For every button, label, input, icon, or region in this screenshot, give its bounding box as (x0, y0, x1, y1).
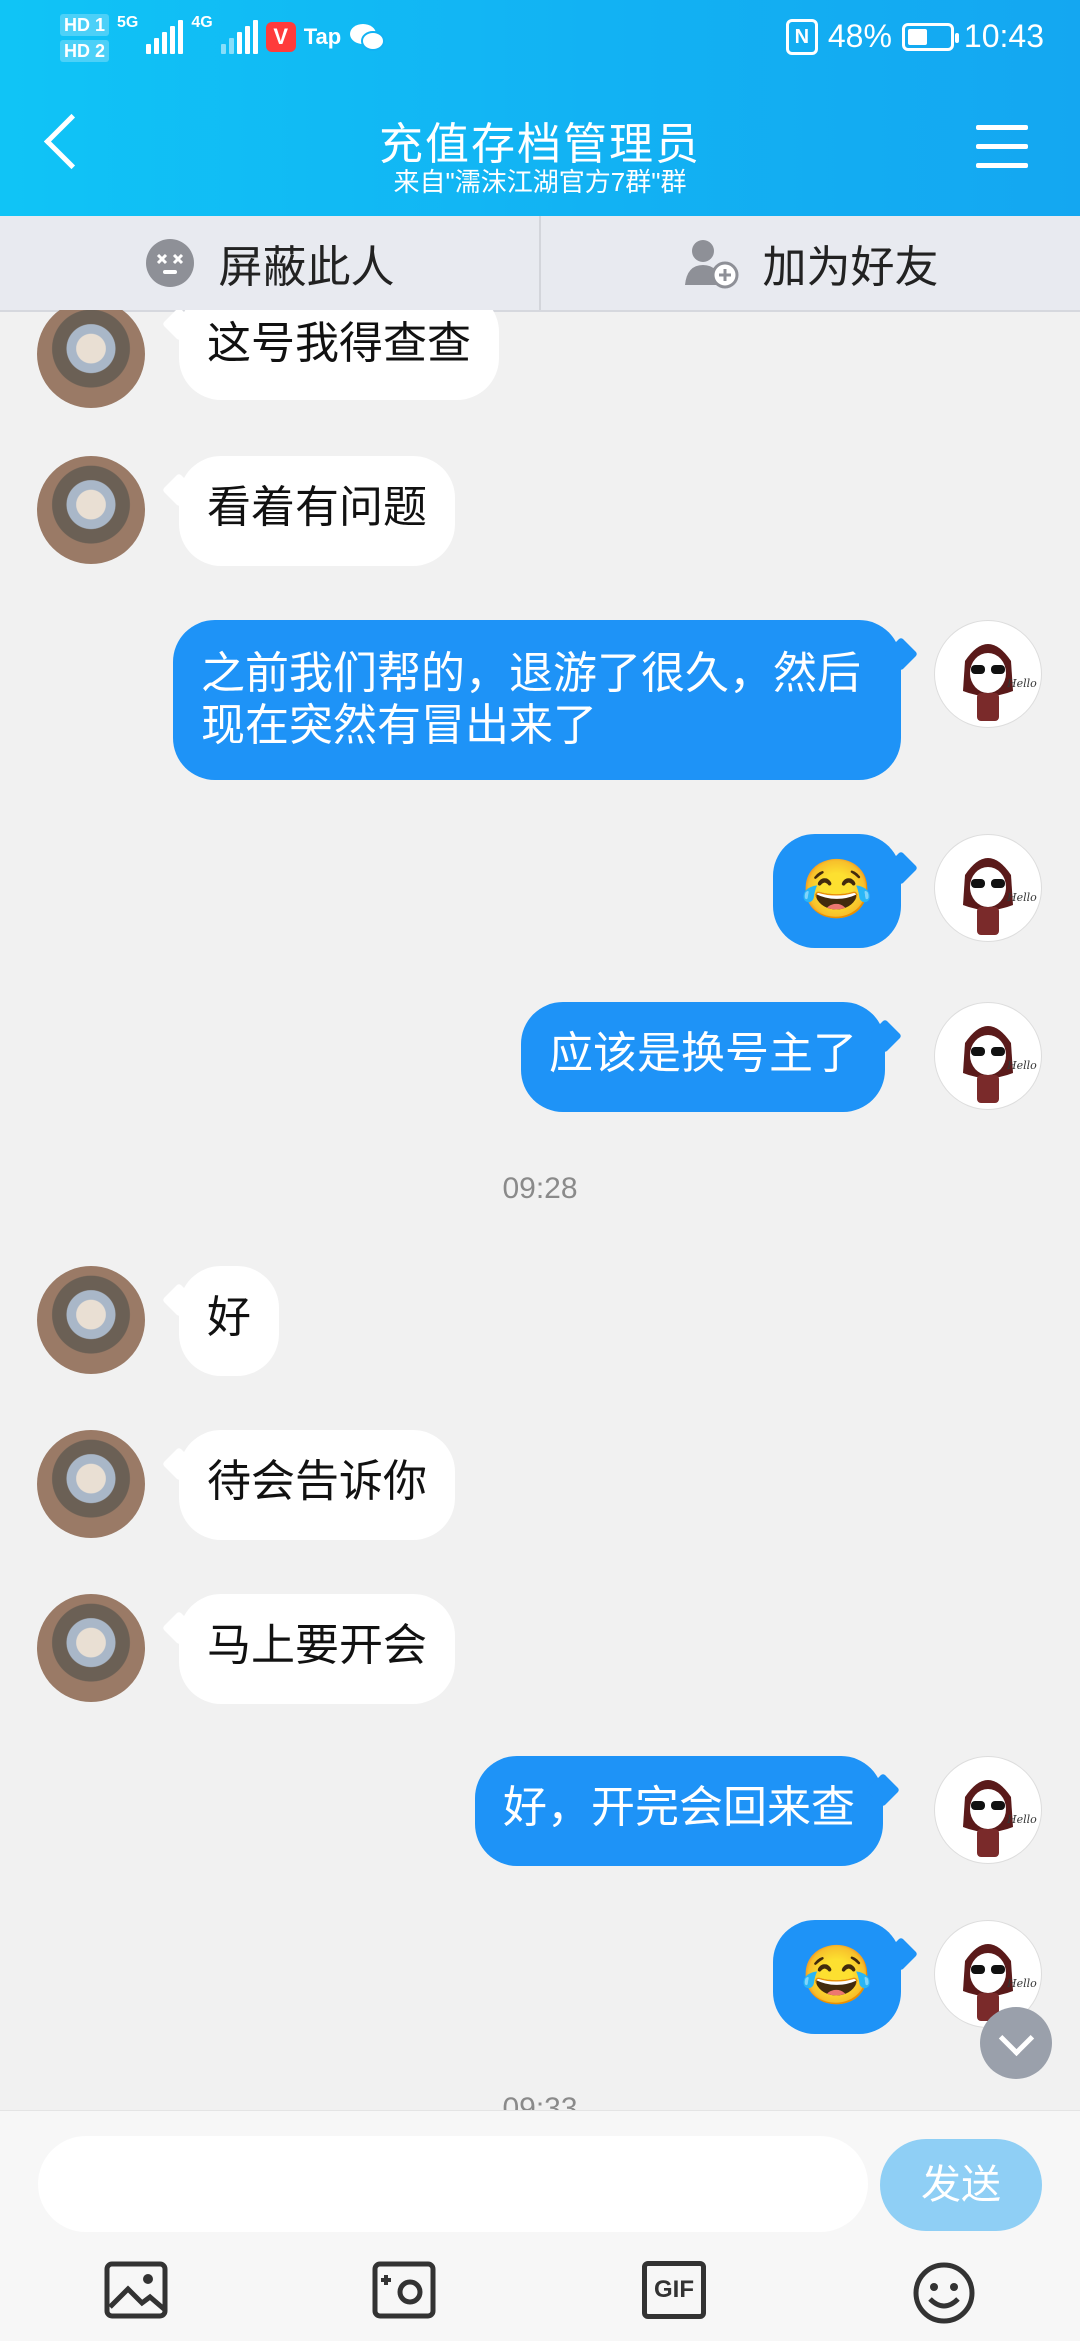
message-bubble[interactable]: 看着有问题 (179, 456, 455, 566)
status-bar: HD 1 HD 2 5G 4G V Tap N 48% 10:43 (0, 0, 1080, 80)
message-text: 马上要开会 (207, 1621, 427, 1670)
hedgehog-avatar[interactable] (37, 1430, 145, 1538)
hedgehog-avatar[interactable] (37, 1594, 145, 1702)
message-text: 待会告诉你 (207, 1457, 427, 1506)
signal-icon-2 (220, 14, 258, 54)
gif-icon[interactable]: GIF (642, 2261, 706, 2319)
message-text: 之前我们帮的，退游了很久，然后现在突然有冒出来了 (201, 649, 861, 750)
message-bubble[interactable]: 好 (179, 1266, 279, 1376)
network-5g-label: 5G (117, 14, 139, 31)
hd1-label: HD 1 (60, 14, 110, 36)
nfc-icon: N (785, 18, 818, 55)
add-friend-button[interactable]: 加为好友 (539, 216, 1080, 310)
wechat-icon (350, 24, 386, 51)
battery-fill (907, 28, 927, 45)
hd-indicator: HD 1 HD 2 (60, 14, 110, 62)
tap-app-icon: Tap (303, 24, 342, 49)
block-user-button[interactable]: 屏蔽此人 (0, 216, 539, 310)
message-text: 看着有问题 (207, 483, 427, 532)
image-icon[interactable] (104, 2261, 168, 2319)
message-bubble[interactable]: 😂 (773, 1920, 901, 2034)
sunglasses-girl-icon: Hello (963, 858, 1037, 935)
svg-text:Hello: Hello (1006, 1059, 1037, 1072)
hedgehog-avatar[interactable] (37, 1266, 145, 1374)
sunglasses-girl-icon: Hello (963, 1026, 1037, 1103)
message-bubble[interactable]: 好，开完会回来查 (475, 1756, 883, 1866)
svg-text:Hello: Hello (1006, 891, 1037, 904)
message-text: 好 (207, 1293, 251, 1342)
message-text: 好，开完会回来查 (503, 1783, 855, 1832)
sunglasses-girl-avatar[interactable]: Hello (934, 1002, 1042, 1110)
hedgehog-avatar[interactable] (37, 310, 145, 408)
message-text: 这号我得查查 (207, 319, 471, 368)
sunglasses-girl-avatar[interactable]: Hello (934, 620, 1042, 728)
block-face-icon (145, 239, 194, 287)
clock: 10:43 (963, 18, 1044, 54)
message-bubble[interactable]: 之前我们帮的，退游了很久，然后现在突然有冒出来了 (173, 620, 901, 780)
message-input[interactable] (38, 2136, 868, 2232)
battery-icon (901, 22, 959, 51)
message-bubble[interactable]: 待会告诉你 (179, 1430, 455, 1540)
message-text: 应该是换号主了 (549, 1029, 857, 1078)
network-4g-label: 4G (191, 14, 213, 31)
scroll-down-button[interactable] (980, 2007, 1052, 2079)
chat-area[interactable]: 这号我得查查 看着有问题 Hello 之前我们帮的，退游了很久，然后现在突然有冒… (0, 310, 1080, 2110)
timestamp: 09:33 (502, 2092, 578, 2110)
hedgehog-avatar[interactable] (37, 456, 145, 564)
message-bubble[interactable]: 马上要开会 (179, 1594, 455, 1704)
status-right-icons: N 48% 10:43 (785, 18, 1044, 55)
app-header: HD 1 HD 2 5G 4G V Tap N 48% 10:43 充值存档管理… (0, 0, 1080, 216)
tears-of-joy-emoji: 😂 (800, 857, 874, 922)
message-bubble[interactable]: 应该是换号主了 (521, 1002, 885, 1112)
sunglasses-girl-icon: Hello (963, 644, 1037, 721)
camera-icon[interactable] (372, 2261, 436, 2319)
sunglasses-girl-avatar[interactable]: Hello (934, 1756, 1042, 1864)
sunglasses-girl-avatar[interactable]: Hello (934, 834, 1042, 942)
sunglasses-girl-icon: Hello (963, 1780, 1037, 1857)
message-bubble[interactable]: 这号我得查查 (179, 310, 499, 400)
svg-text:Hello: Hello (1006, 677, 1037, 690)
send-button[interactable]: 发送 (880, 2139, 1042, 2231)
battery-percent: 48% (827, 18, 892, 54)
block-user-label: 屏蔽此人 (218, 243, 395, 292)
timestamp: 09:28 (502, 1172, 578, 1205)
input-toolbar: GIF (0, 2261, 1080, 2331)
emoji-icon[interactable] (912, 2261, 976, 2325)
hd2-label: HD 2 (60, 40, 110, 62)
svg-text:Hello: Hello (1006, 1977, 1037, 1990)
chat-subtitle: 来自"濡沫江湖官方7群"群 (393, 167, 687, 197)
add-friend-icon (684, 240, 738, 289)
action-bar: 屏蔽此人 加为好友 (0, 216, 1080, 312)
status-left-icons: HD 1 HD 2 5G 4G V Tap (60, 14, 386, 62)
message-bubble[interactable]: 😂 (773, 834, 901, 948)
add-friend-label: 加为好友 (762, 243, 939, 292)
tears-of-joy-emoji: 😂 (800, 1943, 874, 2008)
app-v-icon: V (265, 22, 296, 52)
svg-text:Hello: Hello (1006, 1813, 1037, 1826)
signal-icon (146, 14, 184, 54)
input-bar: 发送 GIF (0, 2110, 1080, 2341)
menu-icon[interactable] (976, 125, 1028, 169)
